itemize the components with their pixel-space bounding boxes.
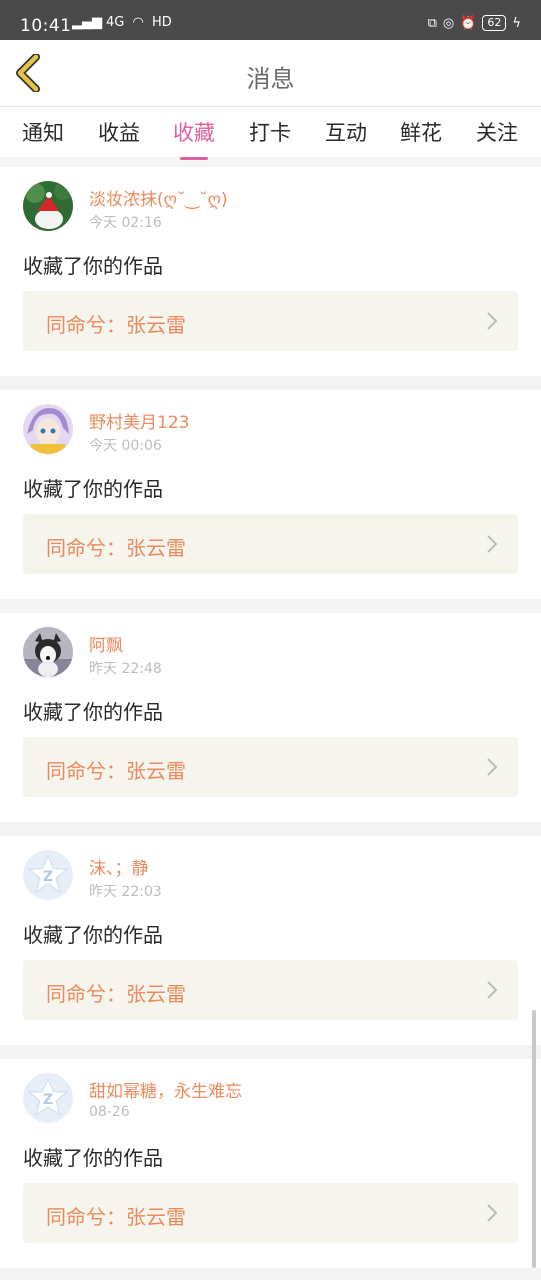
work-title: 同命兮：张云雷 bbox=[46, 1205, 186, 1229]
battery-indicator: 62 bbox=[482, 15, 507, 31]
svg-text:Z: Z bbox=[43, 869, 53, 885]
work-link[interactable]: 同命兮：张云雷 bbox=[23, 291, 518, 351]
chevron-right-icon bbox=[487, 758, 498, 776]
active-tab-indicator bbox=[180, 157, 208, 160]
message-time: 08-26 bbox=[89, 1104, 130, 1120]
tab-earnings[interactable]: 收益 bbox=[89, 117, 149, 147]
vibrate-icon: ⧉ bbox=[427, 15, 437, 31]
message-time: 昨天 22:03 bbox=[89, 884, 162, 900]
tab-interactions[interactable]: 互动 bbox=[316, 117, 376, 147]
red-hat-dog-avatar-icon[interactable] bbox=[23, 181, 73, 231]
message-card: 阿飘 昨天 22:48 收藏了你的作品 同命兮：张云雷 bbox=[0, 613, 541, 822]
work-title: 同命兮：张云雷 bbox=[46, 759, 186, 783]
chevron-right-icon bbox=[487, 312, 498, 330]
chevron-right-icon bbox=[487, 981, 498, 999]
work-title: 同命兮：张云雷 bbox=[46, 313, 186, 337]
work-link[interactable]: 同命兮：张云雷 bbox=[23, 1183, 518, 1243]
message-time: 今天 00:06 bbox=[89, 438, 162, 454]
tab-checkin[interactable]: 打卡 bbox=[240, 117, 300, 147]
svg-text:Z: Z bbox=[43, 1092, 53, 1108]
hd-label: HD bbox=[151, 15, 172, 30]
status-right-icons: ⧉ ◎ ⏰ 62 ϟ bbox=[428, 15, 521, 31]
header: 消息 bbox=[0, 40, 541, 107]
action-text: 收藏了你的作品 bbox=[23, 477, 163, 501]
network-label: 4G bbox=[106, 15, 125, 30]
tab-notifications[interactable]: 通知 bbox=[13, 117, 73, 147]
signal-icon: ▂▄▆ bbox=[72, 15, 102, 30]
work-title: 同命兮：张云雷 bbox=[46, 536, 186, 560]
charging-icon: ϟ bbox=[512, 15, 521, 31]
username[interactable]: 甜如幂糖，永生难忘 bbox=[89, 1077, 242, 1102]
action-text: 收藏了你的作品 bbox=[23, 700, 163, 724]
chevron-right-icon bbox=[487, 535, 498, 553]
message-card: 野村美月123 今天 00:06 收藏了你的作品 同命兮：张云雷 bbox=[0, 390, 541, 599]
message-time: 昨天 22:48 bbox=[89, 661, 162, 677]
message-time: 今天 02:16 bbox=[89, 215, 162, 231]
status-time: 10:41 bbox=[20, 16, 72, 36]
work-link[interactable]: 同命兮：张云雷 bbox=[23, 960, 518, 1020]
work-link[interactable]: 同命兮：张云雷 bbox=[23, 514, 518, 574]
scrollbar[interactable] bbox=[532, 1010, 536, 1268]
default-z-avatar-icon[interactable]: Z bbox=[23, 1073, 73, 1123]
action-text: 收藏了你的作品 bbox=[23, 254, 163, 278]
action-text: 收藏了你的作品 bbox=[23, 1146, 163, 1170]
username[interactable]: 阿飘 bbox=[89, 631, 123, 656]
status-bar: 10:41 ▂▄▆ 4G ◠ HD ⧉ ◎ ⏰ 62 ϟ bbox=[0, 0, 541, 40]
work-link[interactable]: 同命兮：张云雷 bbox=[23, 737, 518, 797]
message-card: Z 沫、；静 昨天 22:03 收藏了你的作品 同命兮：张云雷 bbox=[0, 836, 541, 1045]
page-title: 消息 bbox=[246, 65, 295, 93]
username[interactable]: 淡妆浓抹(ღ˘‿˘ღ) bbox=[89, 185, 228, 210]
message-card: 淡妆浓抹(ღ˘‿˘ღ) 今天 02:16 收藏了你的作品 同命兮：张云雷 bbox=[0, 167, 541, 376]
tab-bar: 通知 收益 收藏 打卡 互动 鲜花 关注 bbox=[0, 107, 541, 160]
status-left-icons: ▂▄▆ 4G ◠ HD bbox=[72, 15, 176, 30]
tab-favorites[interactable]: 收藏 bbox=[164, 117, 224, 160]
default-z-avatar-icon[interactable]: Z bbox=[23, 850, 73, 900]
username[interactable]: 野村美月123 bbox=[89, 408, 189, 433]
action-text: 收藏了你的作品 bbox=[23, 923, 163, 947]
username[interactable]: 沫、；静 bbox=[89, 854, 149, 879]
chevron-right-icon bbox=[487, 1204, 498, 1222]
tab-flowers[interactable]: 鲜花 bbox=[391, 117, 451, 147]
work-title: 同命兮：张云雷 bbox=[46, 982, 186, 1006]
wifi-icon: ◠ bbox=[132, 15, 144, 30]
lock-icon: ◎ bbox=[442, 15, 455, 31]
message-card: Z 甜如幂糖，永生难忘 08-26 收藏了你的作品 同命兮：张云雷 bbox=[0, 1059, 541, 1268]
husky-avatar-icon[interactable] bbox=[23, 627, 73, 677]
alarm-icon: ⏰ bbox=[460, 15, 477, 31]
anime-character-avatar-icon[interactable] bbox=[23, 404, 73, 454]
tab-follows[interactable]: 关注 bbox=[467, 117, 527, 147]
